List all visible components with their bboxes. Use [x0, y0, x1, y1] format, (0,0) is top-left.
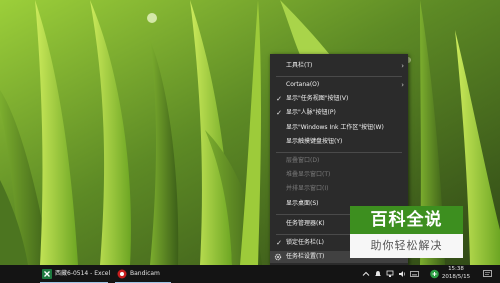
menu-item-cascade-windows: 层叠窗口(D)	[270, 155, 408, 167]
taskbar-app-bandicam[interactable]: Bandicam	[113, 265, 173, 283]
menu-item-label: 任务栏设置(T)	[286, 253, 325, 260]
menu-item-label: 任务管理器(K)	[286, 220, 325, 227]
menu-item-label: 锁定任务栏(L)	[286, 239, 325, 246]
menu-item-label: 层叠窗口(D)	[286, 157, 320, 164]
menu-item-cortana[interactable]: Cortana(O) ›	[270, 79, 408, 91]
menu-item-label: 堆叠显示窗口(T)	[286, 171, 331, 178]
checkmark-icon: ✓	[276, 109, 282, 117]
chevron-right-icon: ›	[401, 62, 404, 70]
chevron-right-icon: ›	[401, 81, 404, 89]
clock-time[interactable]: 15:38	[436, 266, 476, 273]
bandicam-icon	[117, 269, 127, 279]
menu-item-label: 显示"Windows Ink 工作区"按钮(W)	[286, 124, 384, 131]
taskbar[interactable]: 西藏6-0514 - Excel Bandicam 15:38 2018/5/1…	[0, 265, 500, 283]
watermark-title: 百科全说	[350, 206, 463, 234]
menu-item-label: 显示"任务视图"按钮(V)	[286, 95, 349, 102]
menu-item-show-people[interactable]: ✓ 显示"人脉"按钮(P)	[270, 107, 408, 119]
network-icon[interactable]	[386, 270, 394, 278]
gear-icon	[274, 253, 282, 261]
notification-icon[interactable]	[374, 270, 382, 278]
watermark-subtitle: 助你轻松解决	[350, 234, 463, 258]
menu-item-label: Cortana(O)	[286, 81, 320, 88]
taskbar-app-label: Bandicam	[130, 270, 160, 277]
menu-item-show-windows-ink[interactable]: 显示"Windows Ink 工作区"按钮(W)	[270, 122, 408, 134]
chevron-up-icon[interactable]	[362, 270, 370, 278]
baike-watermark: 百科全说 助你轻松解决	[350, 206, 463, 258]
checkmark-icon: ✓	[276, 95, 282, 103]
menu-item-label: 显示触摸键盘按钮(Y)	[286, 138, 343, 145]
keyboard-icon[interactable]	[410, 270, 419, 278]
menu-item-show-task-view[interactable]: ✓ 显示"任务视图"按钮(V)	[270, 93, 408, 105]
taskbar-app-label: 西藏6-0514 - Excel	[55, 270, 111, 277]
clock-date[interactable]: 2018/5/15	[436, 274, 476, 281]
menu-separator	[276, 152, 402, 153]
menu-item-stack-windows: 堆叠显示窗口(T)	[270, 169, 408, 181]
menu-item-label: 工具栏(T)	[286, 62, 313, 69]
menu-separator	[276, 76, 402, 77]
menu-item-toolbars[interactable]: 工具栏(T) ›	[270, 60, 408, 72]
menu-item-label: 并排显示窗口(I)	[286, 185, 329, 192]
menu-item-label: 显示"人脉"按钮(P)	[286, 109, 336, 116]
menu-item-side-by-side: 并排显示窗口(I)	[270, 183, 408, 195]
volume-icon[interactable]	[398, 270, 406, 278]
checkmark-icon: ✓	[276, 239, 282, 247]
action-center-icon[interactable]	[483, 270, 492, 278]
menu-item-label: 显示桌面(S)	[286, 200, 319, 207]
excel-icon	[42, 269, 52, 279]
menu-item-show-touch-keyboard[interactable]: 显示触摸键盘按钮(Y)	[270, 136, 408, 148]
taskbar-app-excel[interactable]: 西藏6-0514 - Excel	[38, 265, 110, 283]
